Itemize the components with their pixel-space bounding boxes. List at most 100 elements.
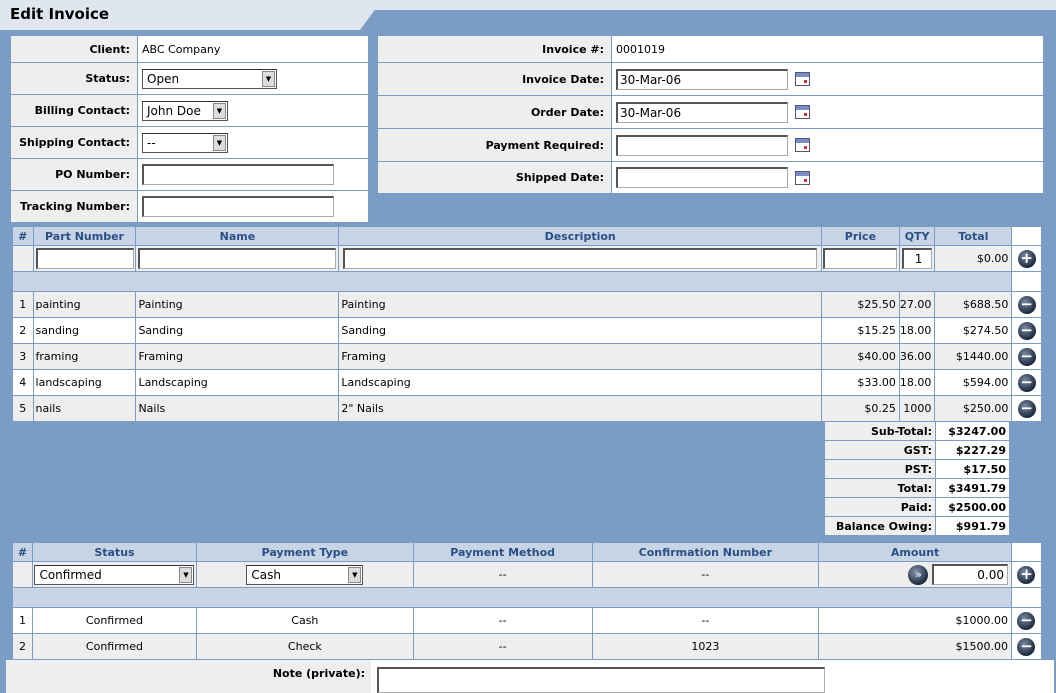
part-number-input[interactable] — [35, 248, 134, 269]
pst-value: $17.50 — [935, 459, 1010, 479]
description-input[interactable] — [343, 248, 818, 269]
table-row: 1 painting Painting Painting $25.50 27.0… — [12, 291, 1042, 318]
item-description: Painting — [338, 291, 822, 318]
qty-input[interactable]: 1 — [902, 248, 933, 269]
item-num: 4 — [12, 369, 34, 396]
item-description: Landscaping — [338, 369, 822, 396]
paid-label: Paid: — [824, 497, 936, 517]
payment-status: Confirmed — [31, 607, 197, 634]
pst-label: PST: — [824, 459, 936, 479]
payment-method: -- — [412, 633, 593, 660]
table-row: 1 Confirmed Cash -- -- $1000.00 − — [12, 607, 1043, 634]
item-part: sanding — [32, 317, 137, 344]
total-label: Total: — [824, 478, 936, 498]
pay-col-type-header: Payment Type — [195, 542, 414, 562]
invoice-left-form: Client: ABC Company Status: Open ▼ Billi… — [10, 35, 369, 223]
payment-separator — [12, 587, 1043, 608]
remove-item-button[interactable]: − — [1017, 373, 1036, 392]
remove-item-button[interactable]: − — [1017, 399, 1036, 418]
invoice-right-form: Invoice #: 0001019 Invoice Date: 30-Mar-… — [377, 35, 1044, 194]
payment-required-label: Payment Required: — [377, 128, 612, 162]
item-name: Framing — [135, 343, 340, 370]
col-price-header: Price — [821, 226, 900, 246]
shipping-contact-select[interactable]: -- ▼ — [142, 132, 228, 153]
item-price: $15.25 — [821, 317, 900, 344]
name-input[interactable] — [138, 248, 337, 269]
status-select[interactable]: Open ▼ — [142, 68, 277, 89]
payment-method: -- — [412, 607, 593, 634]
status-label: Status: — [10, 62, 138, 95]
new-item-total: $0.00 — [934, 245, 1013, 272]
balance-owing-value: $991.79 — [935, 516, 1010, 536]
page-title: Edit Invoice — [10, 5, 110, 23]
invoice-number-value: 0001019 — [611, 35, 1044, 63]
item-qty: 18.00 — [898, 317, 936, 344]
billing-contact-select[interactable]: John Doe ▼ — [142, 100, 228, 121]
totals-table: Sub-Total: $3247.00 GST: $227.29 PST: $17.5… — [824, 421, 1010, 536]
item-qty: 36.00 — [898, 343, 936, 370]
calendar-icon[interactable] — [794, 105, 810, 119]
calendar-icon[interactable] — [794, 138, 810, 152]
remove-item-button[interactable]: − — [1017, 295, 1036, 314]
remove-payment-button[interactable]: − — [1017, 637, 1036, 656]
shipped-date-label: Shipped Date: — [377, 161, 612, 194]
item-description: Sanding — [338, 317, 822, 344]
add-payment-button[interactable]: + — [1017, 565, 1036, 584]
item-part: framing — [32, 343, 137, 370]
table-row: 2 sanding Sanding Sanding $15.25 18.00 $… — [12, 317, 1042, 344]
item-total: $688.50 — [934, 291, 1013, 318]
payment-status-select[interactable]: Confirmed ▼ — [34, 564, 195, 585]
payment-amount-input[interactable]: 0.00 — [931, 564, 1008, 585]
subtotal-label: Sub-Total: — [824, 421, 936, 441]
add-item-button[interactable]: + — [1017, 249, 1036, 268]
table-row: 4 landscaping Landscaping Landscaping $3… — [12, 369, 1042, 396]
item-part: painting — [32, 291, 137, 318]
remove-item-button[interactable]: − — [1017, 321, 1036, 340]
table-row: 3 framing Framing Framing $40.00 36.00 $… — [12, 343, 1042, 370]
shipping-contact-label: Shipping Contact: — [10, 126, 138, 159]
item-description: 2" Nails — [338, 395, 822, 422]
table-row: 2 Confirmed Check -- 1023 $1500.00 − — [12, 633, 1043, 660]
item-qty: 27.00 — [898, 291, 936, 318]
payment-amount: $1500.00 — [818, 633, 1012, 660]
tracking-number-input[interactable] — [142, 196, 334, 217]
calendar-icon[interactable] — [794, 170, 810, 185]
shipping-contact-value: -- — [147, 135, 156, 150]
chevron-down-icon: ▼ — [262, 70, 275, 87]
client-label: Client: — [10, 35, 138, 63]
invoice-date-input[interactable]: 30-Mar-06 — [616, 68, 788, 90]
remove-payment-button[interactable]: − — [1017, 611, 1036, 630]
calendar-icon[interactable] — [794, 72, 810, 86]
client-value: ABC Company — [137, 35, 369, 63]
pay-col-method-header: Payment Method — [412, 542, 593, 562]
note-textarea[interactable] — [377, 667, 825, 693]
subtotal-value: $3247.00 — [935, 421, 1010, 441]
shipped-date-input[interactable] — [616, 167, 788, 188]
item-part: nails — [32, 395, 137, 422]
fill-balance-button[interactable]: » — [908, 564, 929, 585]
table-row: 5 nails Nails 2" Nails $0.25 1000 $250.0… — [12, 395, 1042, 422]
payment-required-input[interactable] — [616, 134, 788, 156]
payment-type-value: Cash — [251, 567, 281, 582]
col-num-header: # — [12, 226, 34, 246]
order-date-label: Order Date: — [377, 95, 612, 129]
payment-type-select[interactable]: Cash ▼ — [246, 564, 364, 585]
payment-num: 2 — [12, 633, 33, 660]
order-date-input[interactable]: 30-Mar-06 — [616, 101, 788, 123]
paid-value: $2500.00 — [935, 497, 1010, 517]
item-separator — [11, 271, 1042, 292]
col-qty-header: QTY — [898, 226, 936, 246]
tracking-number-label: Tracking Number: — [10, 190, 138, 223]
billing-contact-value: John Doe — [147, 103, 201, 118]
remove-item-button[interactable]: − — [1017, 347, 1036, 366]
payments-table: # Status Payment Type Payment Method Con… — [12, 542, 1043, 660]
item-total: $274.50 — [934, 317, 1013, 344]
item-total: $250.00 — [934, 395, 1013, 422]
payment-num: 1 — [12, 607, 33, 634]
po-number-input[interactable] — [142, 164, 334, 185]
item-num: 1 — [12, 291, 34, 318]
price-input[interactable] — [823, 248, 898, 269]
chevron-down-icon: ▼ — [213, 102, 226, 119]
col-name-header: Name — [135, 226, 340, 246]
col-total-header: Total — [934, 226, 1013, 246]
